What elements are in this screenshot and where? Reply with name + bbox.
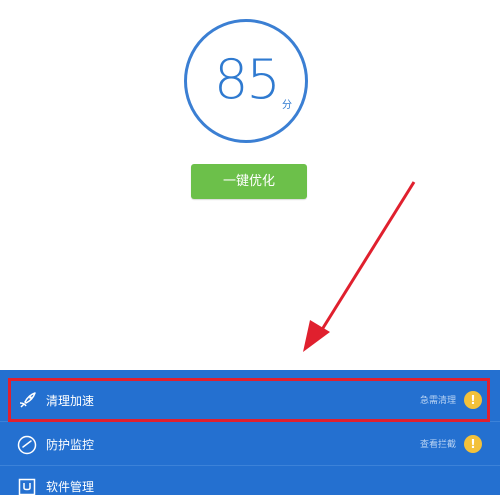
- feature-label: 软件管理: [46, 480, 95, 494]
- highlight-box-annotation: [8, 378, 490, 422]
- warning-icon: !: [464, 435, 482, 453]
- feature-row-software-manager[interactable]: 软件管理: [0, 466, 500, 496]
- feature-status: 查看拦截: [419, 440, 456, 450]
- feature-row-protection-monitor[interactable]: 防护监控 查看拦截 !: [0, 424, 500, 466]
- feature-label: 防护监控: [46, 438, 95, 452]
- score-panel: 85 分 一键优化: [0, 0, 500, 380]
- red-arrow-annotation: [303, 181, 416, 352]
- gauge-icon: [17, 435, 37, 455]
